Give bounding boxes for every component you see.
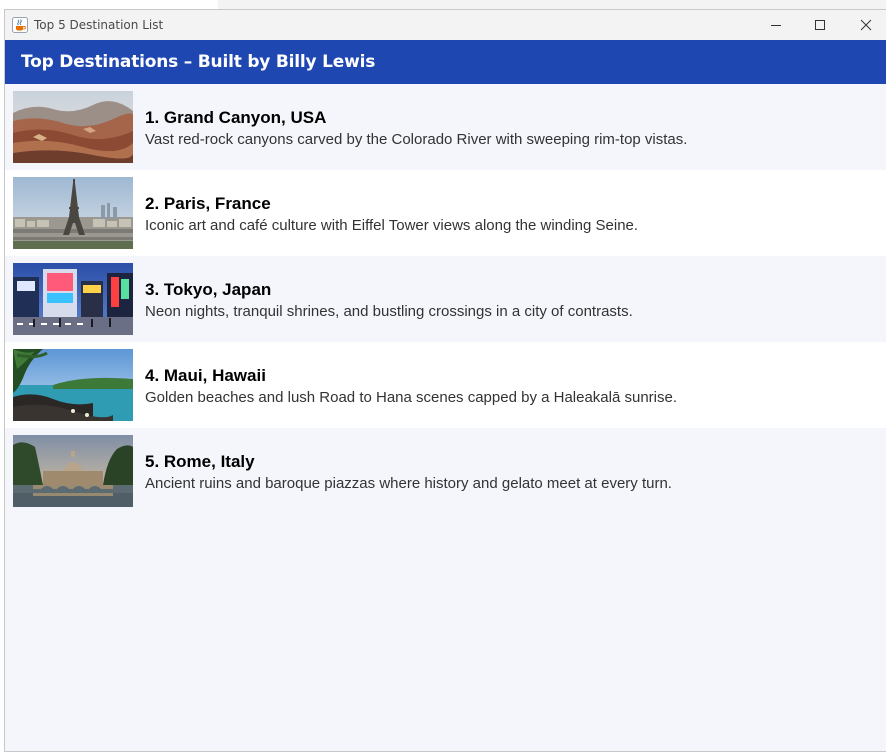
tokyo-photo [13, 263, 133, 335]
destination-title: 4. Maui, Hawaii [145, 366, 266, 385]
app-window: Top 5 Destination List Top Destinations … [4, 9, 886, 752]
destination-description: Neon nights, tranquil shrines, and bustl… [145, 303, 633, 320]
header-title: Top Destinations – Built by Billy Lewis [21, 52, 376, 72]
destination-list: 1. Grand Canyon, USA Vast red-rock canyo… [5, 84, 886, 514]
destination-title: 1. Grand Canyon, USA [145, 108, 327, 127]
window-title: Top 5 Destination List [34, 18, 164, 32]
destination-description: Vast red-rock canyons carved by the Colo… [145, 131, 688, 148]
minimize-icon [771, 25, 781, 26]
destination-title: 2. Paris, France [145, 194, 271, 213]
list-item[interactable]: 4. Maui, Hawaii Golden beaches and lush … [5, 342, 886, 428]
minimize-button[interactable] [753, 10, 799, 40]
close-icon [860, 19, 872, 31]
destination-title: 5. Rome, Italy [145, 452, 255, 471]
maximize-button[interactable] [797, 10, 843, 40]
list-item[interactable]: 5. Rome, Italy Ancient ruins and baroque… [5, 428, 886, 514]
close-button[interactable] [843, 10, 886, 40]
java-cup-icon [12, 17, 28, 33]
maximize-icon [815, 20, 825, 30]
list-item[interactable]: 1. Grand Canyon, USA Vast red-rock canyo… [5, 84, 886, 170]
destination-description: Iconic art and café culture with Eiffel … [145, 217, 639, 234]
paris-photo [13, 177, 133, 249]
grand-canyon-photo [13, 91, 133, 163]
destination-description: Ancient ruins and baroque piazzas where … [145, 475, 672, 492]
app-header: Top Destinations – Built by Billy Lewis [5, 40, 886, 84]
list-item[interactable]: 3. Tokyo, Japan Neon nights, tranquil sh… [5, 256, 886, 342]
list-item[interactable]: 2. Paris, France Iconic art and café cul… [5, 170, 886, 256]
destination-description: Golden beaches and lush Road to Hana sce… [145, 389, 678, 406]
rome-photo [13, 435, 133, 507]
destination-title: 3. Tokyo, Japan [145, 280, 272, 299]
maui-photo [13, 349, 133, 421]
title-bar[interactable]: Top 5 Destination List [5, 10, 886, 40]
